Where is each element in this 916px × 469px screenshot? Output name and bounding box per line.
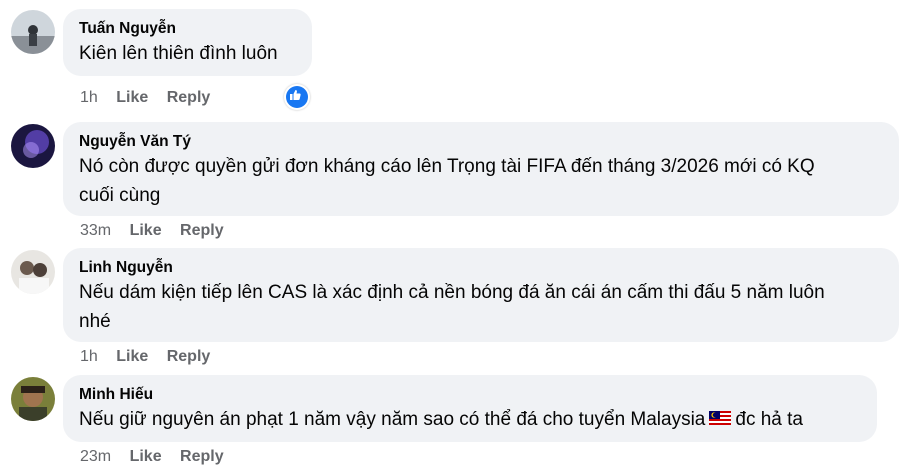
like-button[interactable]: Like <box>116 89 148 106</box>
reply-button[interactable]: Reply <box>167 348 211 365</box>
comment-bubble: Nguyễn Văn Tý Nó còn được quyền gửi đơn … <box>63 122 899 216</box>
comment-bubble: Tuấn Nguyễn Kiên lên thiên đình luôn <box>63 9 312 76</box>
comment-text-after-flag: đc hả ta <box>735 409 803 430</box>
comment-author[interactable]: Nguyễn Văn Tý <box>79 132 883 152</box>
comment-time[interactable]: 1h <box>80 89 98 106</box>
comment-text-before-flag: Nếu giữ nguyên án phạt 1 năm vậy năm sao… <box>79 409 706 430</box>
comment-author[interactable]: Minh Hiếu <box>79 385 861 405</box>
comment-meta: 1h Like Reply <box>80 89 224 107</box>
comment-text-line-1: Nó còn được quyền gửi đơn kháng cáo lên … <box>79 156 815 177</box>
comment-time[interactable]: 23m <box>80 448 111 465</box>
comment-meta: 23m Like Reply <box>80 448 238 466</box>
malaysia-flag-icon <box>709 405 732 434</box>
avatar[interactable] <box>11 124 55 168</box>
comment-meta: 33m Like Reply <box>80 222 238 240</box>
comment-text-line-2: nhé <box>79 311 111 332</box>
reply-button[interactable]: Reply <box>167 89 211 106</box>
comment-text-line-2: cuối cùng <box>79 185 161 206</box>
like-reaction-icon[interactable] <box>284 84 310 110</box>
comment-author[interactable]: Tuấn Nguyễn <box>79 19 296 39</box>
avatar[interactable] <box>11 10 55 54</box>
comment-time[interactable]: 1h <box>80 348 98 365</box>
reply-button[interactable]: Reply <box>180 448 224 465</box>
reply-button[interactable]: Reply <box>180 222 224 239</box>
like-button[interactable]: Like <box>130 222 162 239</box>
comment-bubble: Linh Nguyễn Nếu dám kiện tiếp lên CAS là… <box>63 248 899 342</box>
like-button[interactable]: Like <box>116 348 148 365</box>
comment-text: Kiên lên thiên đình luôn <box>79 43 278 64</box>
avatar[interactable] <box>11 377 55 421</box>
comment-text-line-1: Nếu dám kiện tiếp lên CAS là xác định cả… <box>79 282 825 303</box>
like-button[interactable]: Like <box>130 448 162 465</box>
comment-meta: 1h Like Reply <box>80 348 224 366</box>
avatar[interactable] <box>11 250 55 294</box>
comment-time[interactable]: 33m <box>80 222 111 239</box>
comment-text: Nếu giữ nguyên án phạt 1 năm vậy năm sao… <box>79 405 861 434</box>
comment-author[interactable]: Linh Nguyễn <box>79 258 883 278</box>
comment-bubble: Minh Hiếu Nếu giữ nguyên án phạt 1 năm v… <box>63 375 877 442</box>
